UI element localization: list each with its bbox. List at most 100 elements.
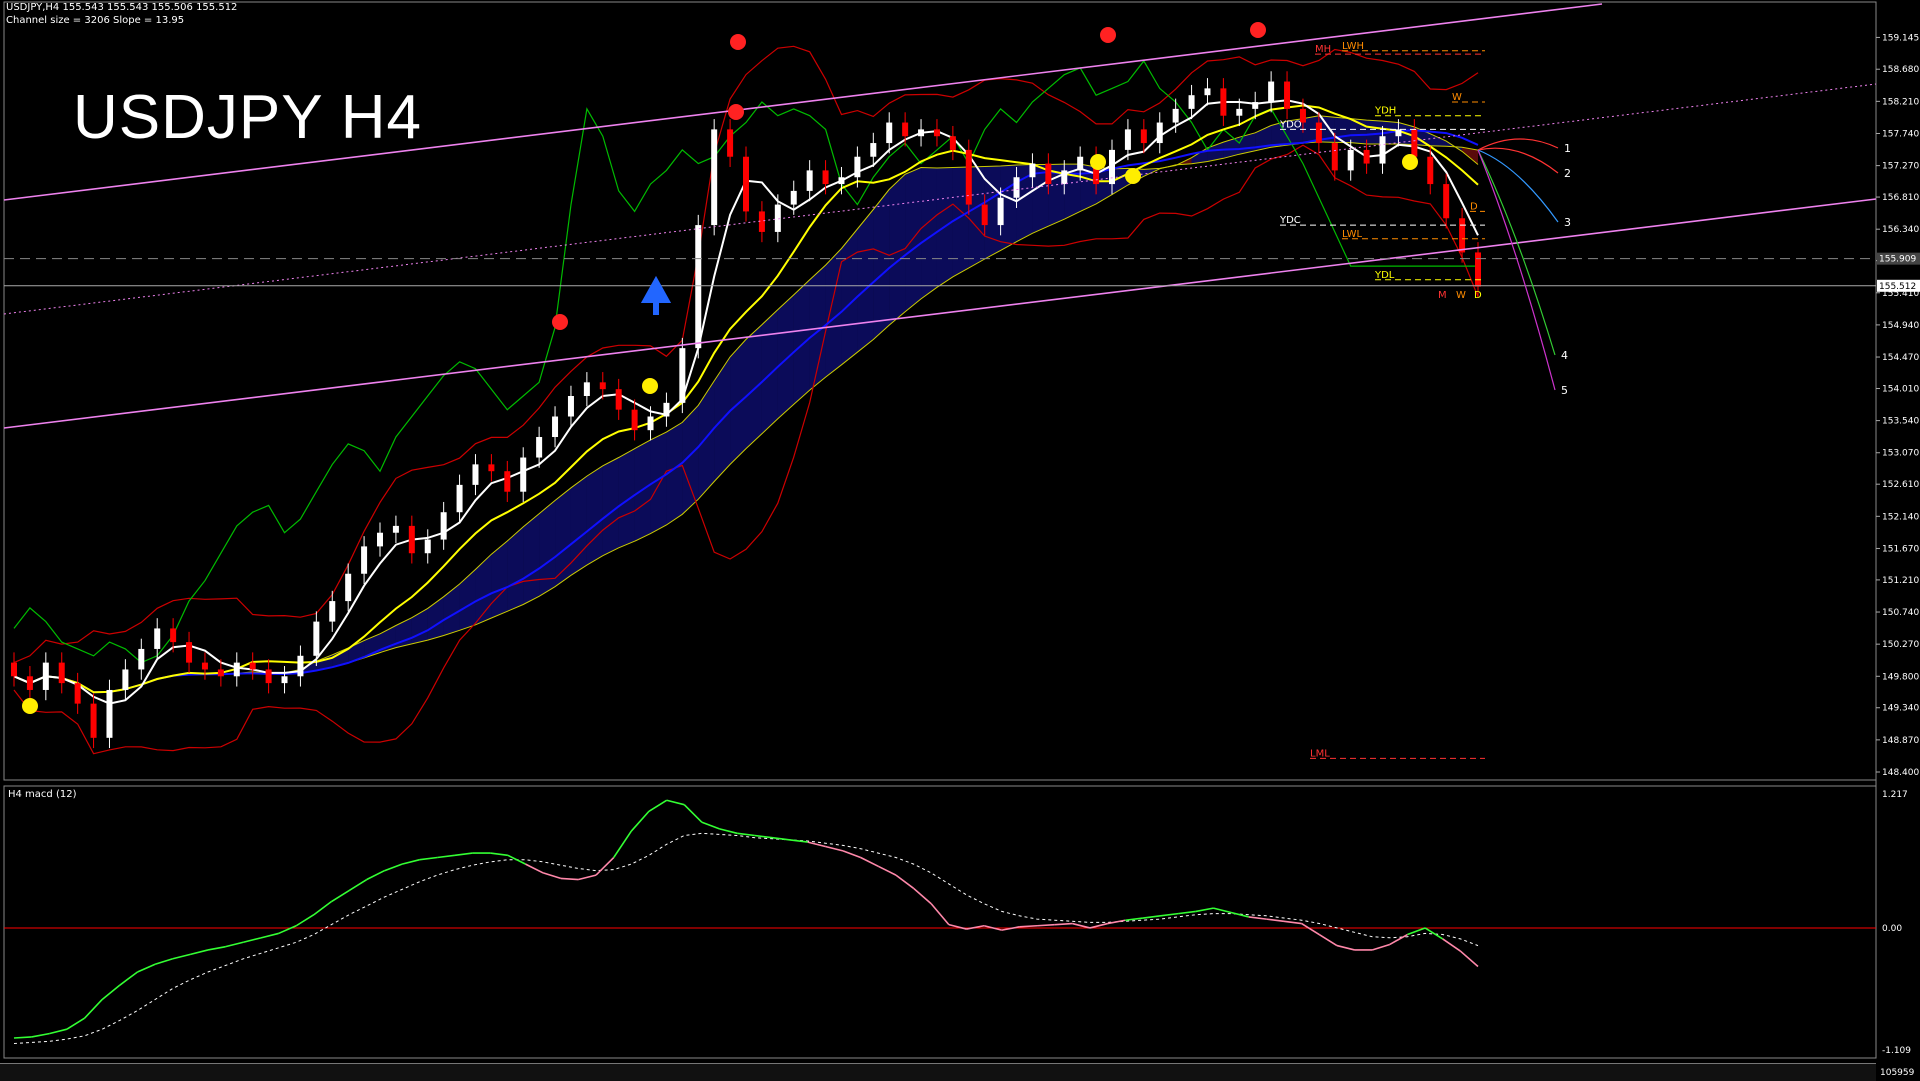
macd-line-segment xyxy=(296,915,314,926)
candle-body xyxy=(568,396,574,417)
price-tick-label: 152.610 xyxy=(1882,480,1919,490)
macd-line-segment xyxy=(1178,911,1196,913)
candle-body xyxy=(870,143,876,157)
candle-body xyxy=(632,410,638,431)
price-tick-label: 154.940 xyxy=(1882,321,1919,331)
candle-body xyxy=(361,546,367,573)
candle-body xyxy=(329,601,335,622)
price-chart[interactable]: 159.145158.680158.210157.740157.270156.8… xyxy=(0,0,1920,1080)
macd-line-segment xyxy=(578,875,596,879)
price-tick-label: 157.270 xyxy=(1882,162,1919,172)
cloud-segment xyxy=(905,167,921,311)
macd-line-segment xyxy=(755,835,773,837)
level-label: LML xyxy=(1310,748,1330,759)
projection-curve xyxy=(1478,150,1555,390)
candle-body xyxy=(1157,123,1163,144)
cloud-segment xyxy=(619,449,635,548)
candle-body xyxy=(520,458,526,492)
cloud-segment xyxy=(730,339,746,464)
candle-body xyxy=(1459,218,1465,252)
candle-body xyxy=(1173,109,1179,123)
candle-body xyxy=(1252,102,1258,109)
chart-title: USDJPY H4 xyxy=(73,82,422,153)
candle-body xyxy=(1475,252,1481,286)
macd-line-segment xyxy=(1019,926,1037,927)
macd-line-segment xyxy=(120,972,138,985)
candle-body xyxy=(648,417,654,431)
macd-line-segment xyxy=(1425,928,1443,939)
macd-line-segment xyxy=(1196,908,1214,911)
level-label: YDC xyxy=(1279,215,1301,226)
macd-line-segment xyxy=(261,933,279,937)
macd-line-segment xyxy=(1143,916,1161,918)
candle-body xyxy=(377,533,383,547)
candle-body xyxy=(441,512,447,539)
candle-body xyxy=(1077,157,1083,171)
price-tick-label: 152.140 xyxy=(1882,512,1919,522)
cloud-segment xyxy=(444,584,460,636)
macd-line-segment xyxy=(1161,914,1179,916)
bottom-marker: W xyxy=(1456,290,1466,301)
candle-body xyxy=(1061,170,1067,184)
buy-signal-icon xyxy=(22,698,38,714)
candle-body xyxy=(1332,143,1338,170)
macd-line-segment xyxy=(631,811,649,831)
macd-layer: H4 macd (12)1.2170.00-1.109 xyxy=(4,789,1911,1056)
candle-body xyxy=(1443,184,1449,218)
symbol-info: USDJPY,H4 155.543 155.543 155.506 155.51… xyxy=(6,2,237,13)
candle-body xyxy=(1109,150,1115,184)
candle-body xyxy=(75,683,81,704)
macd-line-segment xyxy=(1302,924,1320,935)
candle-body xyxy=(966,150,972,205)
price-tick-label: 158.680 xyxy=(1882,65,1919,75)
candle-body xyxy=(934,129,940,136)
candle-body xyxy=(43,663,49,690)
price-tick-label: 157.740 xyxy=(1882,129,1919,139)
level-label: YDL xyxy=(1374,270,1395,281)
macd-tick-label: 1.217 xyxy=(1882,790,1908,800)
marked-price-label: 155.909 xyxy=(1879,255,1916,265)
macd-line-segment xyxy=(896,875,914,888)
projection-label: 2 xyxy=(1564,167,1571,180)
macd-line-segment xyxy=(614,831,632,857)
cloud-segment xyxy=(523,514,539,605)
candle-body xyxy=(138,649,144,670)
macd-line-segment xyxy=(1249,917,1267,919)
buy-signal-icon xyxy=(1090,154,1106,170)
macd-line-segment xyxy=(1460,951,1478,966)
price-tick-label: 159.145 xyxy=(1882,33,1919,43)
price-tick-label: 149.340 xyxy=(1882,704,1919,714)
projection-curve xyxy=(1478,150,1558,222)
macd-line-segment xyxy=(1037,925,1055,926)
candle-body xyxy=(791,191,797,205)
macd-line-segment xyxy=(14,1037,32,1038)
candle-body xyxy=(679,348,685,403)
macd-tick-label: -1.109 xyxy=(1882,1046,1911,1056)
sell-signal-icon xyxy=(552,314,568,330)
candle-body xyxy=(472,464,478,485)
projection-curve xyxy=(1478,148,1558,173)
macd-line-segment xyxy=(349,880,367,891)
price-tick-label: 149.800 xyxy=(1882,672,1919,682)
candle-body xyxy=(1395,129,1401,136)
candle-body xyxy=(1284,82,1290,109)
candle-body xyxy=(982,205,988,226)
cloud-segment xyxy=(555,488,571,587)
cloud-segment xyxy=(428,597,444,640)
macd-line-segment xyxy=(137,964,155,972)
candle-body xyxy=(759,211,765,232)
bottom-scrollbar[interactable] xyxy=(0,1063,1876,1081)
status-value: 105959 xyxy=(1880,1068,1915,1078)
candle-body xyxy=(1045,164,1051,185)
candle-body xyxy=(11,663,17,677)
macd-line-segment xyxy=(173,954,191,958)
macd-line-segment xyxy=(32,1034,50,1037)
macd-line-segment xyxy=(49,1029,67,1033)
buy-signal-icon xyxy=(1402,154,1418,170)
bollinger-lower xyxy=(14,145,1478,754)
macd-line-segment xyxy=(1055,924,1073,925)
candle-body xyxy=(313,622,319,656)
candle-body xyxy=(250,663,256,670)
level-label: LWH xyxy=(1342,41,1364,52)
candle-body xyxy=(425,540,431,554)
